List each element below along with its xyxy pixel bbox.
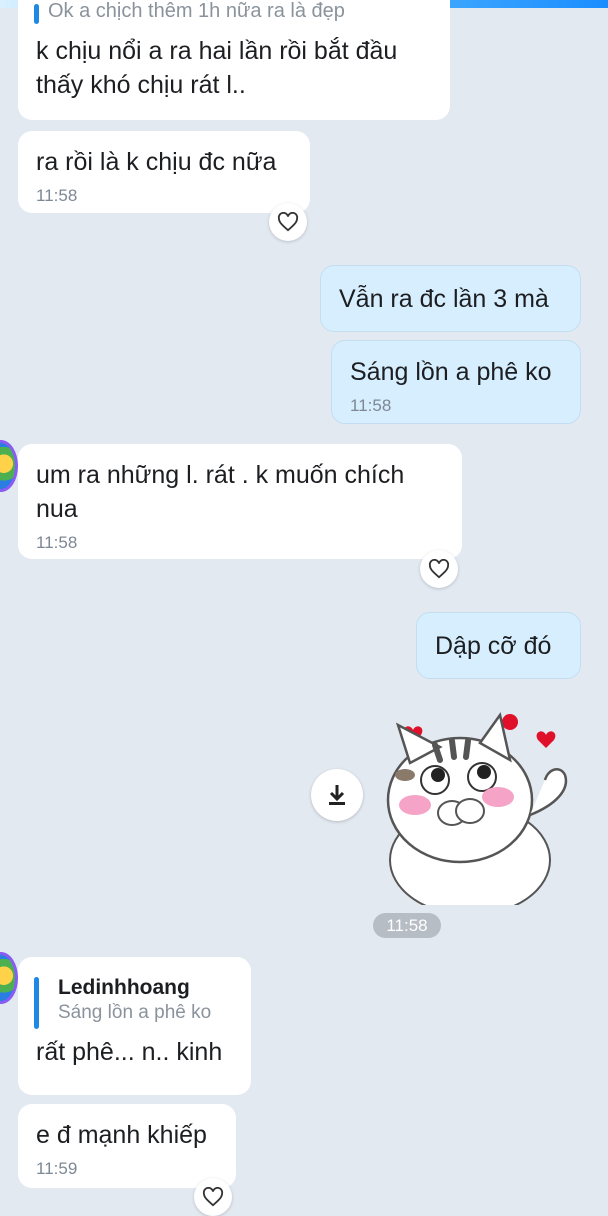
message-text: k chịu nổi a ra hai lần rồi bắt đầu thấy… [36,37,398,99]
reaction-button[interactable] [420,550,458,588]
message-bubble-outgoing[interactable]: Vẫn ra đc lần 3 mà [320,265,581,332]
download-arrow-icon [329,785,345,805]
download-button[interactable] [311,769,363,821]
message-time: 11:58 [350,396,392,415]
heart-outline-icon [428,559,450,579]
reply-quoted-text: Sáng lồn a phê ko [58,1002,212,1023]
message-text: Dập cỡ đó [435,632,552,660]
message-text: Sáng lồn a phê ko [350,358,552,386]
message-time: 11:58 [36,186,78,205]
message-text: um ra những l. rát . k muốn chích nua [36,461,405,523]
message-bubble-incoming[interactable]: e đ mạnh khiếp 11:59 [18,1104,236,1188]
message-text: Vẫn ra đc lần 3 mà [339,285,549,313]
heart-outline-icon [202,1187,224,1207]
message-text: e đ mạnh khiếp [36,1121,207,1149]
message-bubble-incoming[interactable]: um ra những l. rát . k muốn chích nua 11… [18,444,462,559]
reaction-button[interactable] [194,1178,232,1216]
message-time: 11:58 [36,533,78,552]
message-bubble-incoming[interactable]: Ok a chịch thêm 1h nữa ra là đẹp k chịu … [18,0,450,120]
contact-avatar[interactable] [0,440,18,492]
reaction-button[interactable] [269,203,307,241]
message-bubble-outgoing[interactable]: Sáng lồn a phê ko 11:58 [331,340,581,424]
message-text: rất phê... n.. kinh [36,1038,223,1066]
message-time: 11:59 [36,1159,78,1178]
message-text: ra rồi là k chịu đc nữa [36,148,277,176]
message-bubble-incoming[interactable]: ra rồi là k chịu đc nữa 11:58 [18,131,310,213]
heart-outline-icon [277,212,299,232]
sticker-time-badge: 11:58 [373,913,441,938]
message-bubble-incoming[interactable]: Ledinhhoang Sáng lồn a phê ko rất phê...… [18,957,251,1095]
quote-bar [34,4,39,24]
cat-sticker[interactable] [380,705,580,905]
contact-avatar[interactable] [0,952,18,1004]
quote-bar [34,977,39,1029]
reply-sender-name: Ledinhhoang [58,976,190,999]
quoted-text: Ok a chịch thêm 1h nữa ra là đẹp [48,0,345,22]
message-bubble-outgoing[interactable]: Dập cỡ đó [416,612,581,679]
